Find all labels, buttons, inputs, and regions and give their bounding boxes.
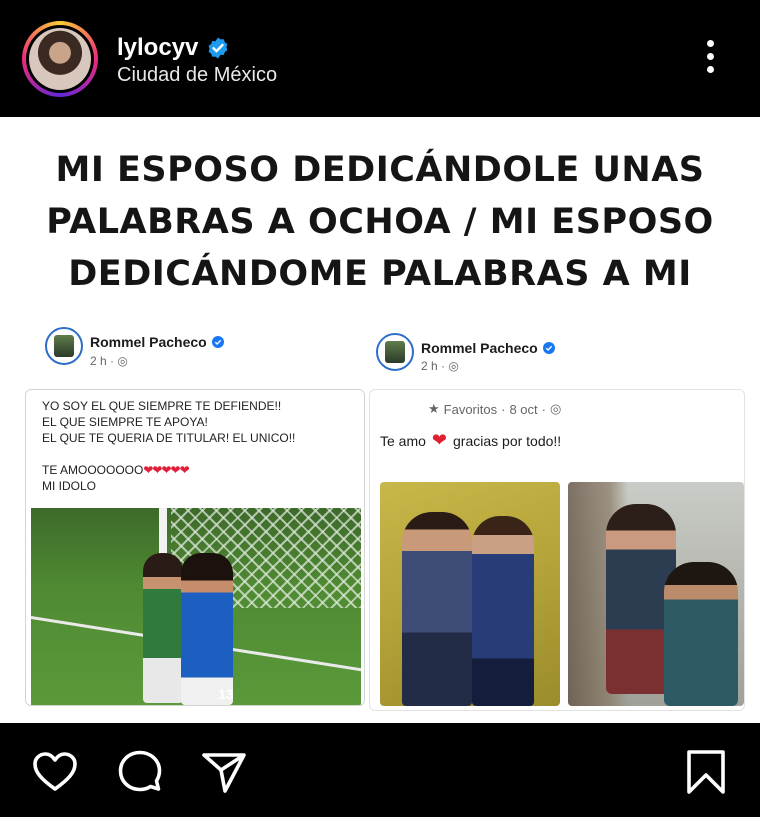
hearts-emoji: ❤❤❤❤❤ bbox=[143, 463, 189, 477]
left-line: EL QUE TE QUERIA DE TITULAR! EL UNICO!! bbox=[42, 431, 296, 445]
heart-emoji: ❤ bbox=[431, 430, 448, 450]
player-green bbox=[143, 553, 183, 703]
post-header: lylocyv Ciudad de México bbox=[0, 0, 760, 117]
jersey-number: 13 bbox=[218, 686, 234, 702]
right-time-text: 2 h bbox=[421, 359, 438, 373]
left-line: MI IDOLO bbox=[42, 479, 97, 493]
star-icon: ★ bbox=[428, 401, 440, 416]
send-icon[interactable] bbox=[200, 748, 248, 796]
globe-icon: ◎ bbox=[550, 401, 562, 416]
favorites-date: 8 oct bbox=[509, 401, 538, 417]
left-line: YO SOY EL QUE SIEMPRE TE DEFIENDE!! bbox=[42, 399, 282, 413]
right-fb-author: Rommel Pacheco bbox=[421, 340, 555, 356]
heart-icon[interactable] bbox=[31, 748, 79, 796]
red-carpet-photo bbox=[380, 482, 560, 706]
post-image[interactable]: MI ESPOSO DEDICÁNDOLE UNAS PALABRAS A OC… bbox=[0, 117, 760, 723]
verified-badge-icon bbox=[208, 37, 228, 59]
man-figure bbox=[664, 562, 738, 706]
soccer-photo: 13 bbox=[31, 508, 361, 705]
username-row[interactable]: lylocyv bbox=[117, 34, 230, 62]
left-post-text: YO SOY EL QUE SIEMPRE TE DEFIENDE!! EL Q… bbox=[42, 398, 295, 494]
left-line: EL QUE SIEMPRE TE APOYA! bbox=[42, 415, 208, 429]
username[interactable]: lylocyv bbox=[117, 34, 198, 62]
left-fb-author: Rommel Pacheco bbox=[90, 334, 224, 350]
left-fb-time: 2 h · ◎ bbox=[90, 354, 128, 368]
left-time-text: 2 h bbox=[90, 354, 107, 368]
action-bar bbox=[0, 723, 760, 817]
player-blue bbox=[181, 553, 233, 705]
right-fb-time: 2 h · ◎ bbox=[421, 359, 459, 373]
favorites-row: ★ Favoritos · 8 oct · ◎ bbox=[428, 401, 562, 417]
right-verified-icon bbox=[542, 342, 555, 354]
right-fb-avatar bbox=[376, 333, 414, 371]
meme-headline: MI ESPOSO DEDICÁNDOLE UNAS PALABRAS A OC… bbox=[46, 150, 714, 294]
left-verified-icon bbox=[211, 336, 224, 348]
woman-figure bbox=[472, 516, 534, 706]
love-text: TE AMOOOOOOO bbox=[42, 463, 144, 477]
couple-photo bbox=[568, 482, 744, 706]
right-fb-post: ★ Favoritos · 8 oct · ◎ Te amo ❤ gracias… bbox=[369, 389, 745, 711]
left-author-name: Rommel Pacheco bbox=[90, 334, 207, 350]
left-fb-post: YO SOY EL QUE SIEMPRE TE DEFIENDE!! EL Q… bbox=[25, 389, 365, 706]
comment-icon[interactable] bbox=[116, 748, 164, 796]
message-text: Te amo ❤ gracias por todo!! bbox=[380, 430, 561, 451]
profile-avatar[interactable] bbox=[22, 21, 98, 97]
location-label[interactable]: Ciudad de México bbox=[117, 64, 277, 87]
right-author-name: Rommel Pacheco bbox=[421, 340, 538, 356]
message-after: gracias por todo!! bbox=[453, 432, 562, 449]
globe-icon: ◎ bbox=[448, 359, 459, 373]
message-before: Te amo bbox=[380, 432, 426, 449]
favorites-label: Favoritos bbox=[443, 401, 498, 417]
man-figure bbox=[402, 512, 472, 706]
globe-icon: ◎ bbox=[117, 354, 128, 368]
bookmark-icon[interactable] bbox=[682, 748, 730, 796]
left-line-love: TE AMOOOOOOO❤❤❤❤❤ bbox=[42, 462, 295, 478]
left-fb-avatar bbox=[45, 327, 83, 365]
more-options-icon[interactable] bbox=[700, 40, 720, 80]
